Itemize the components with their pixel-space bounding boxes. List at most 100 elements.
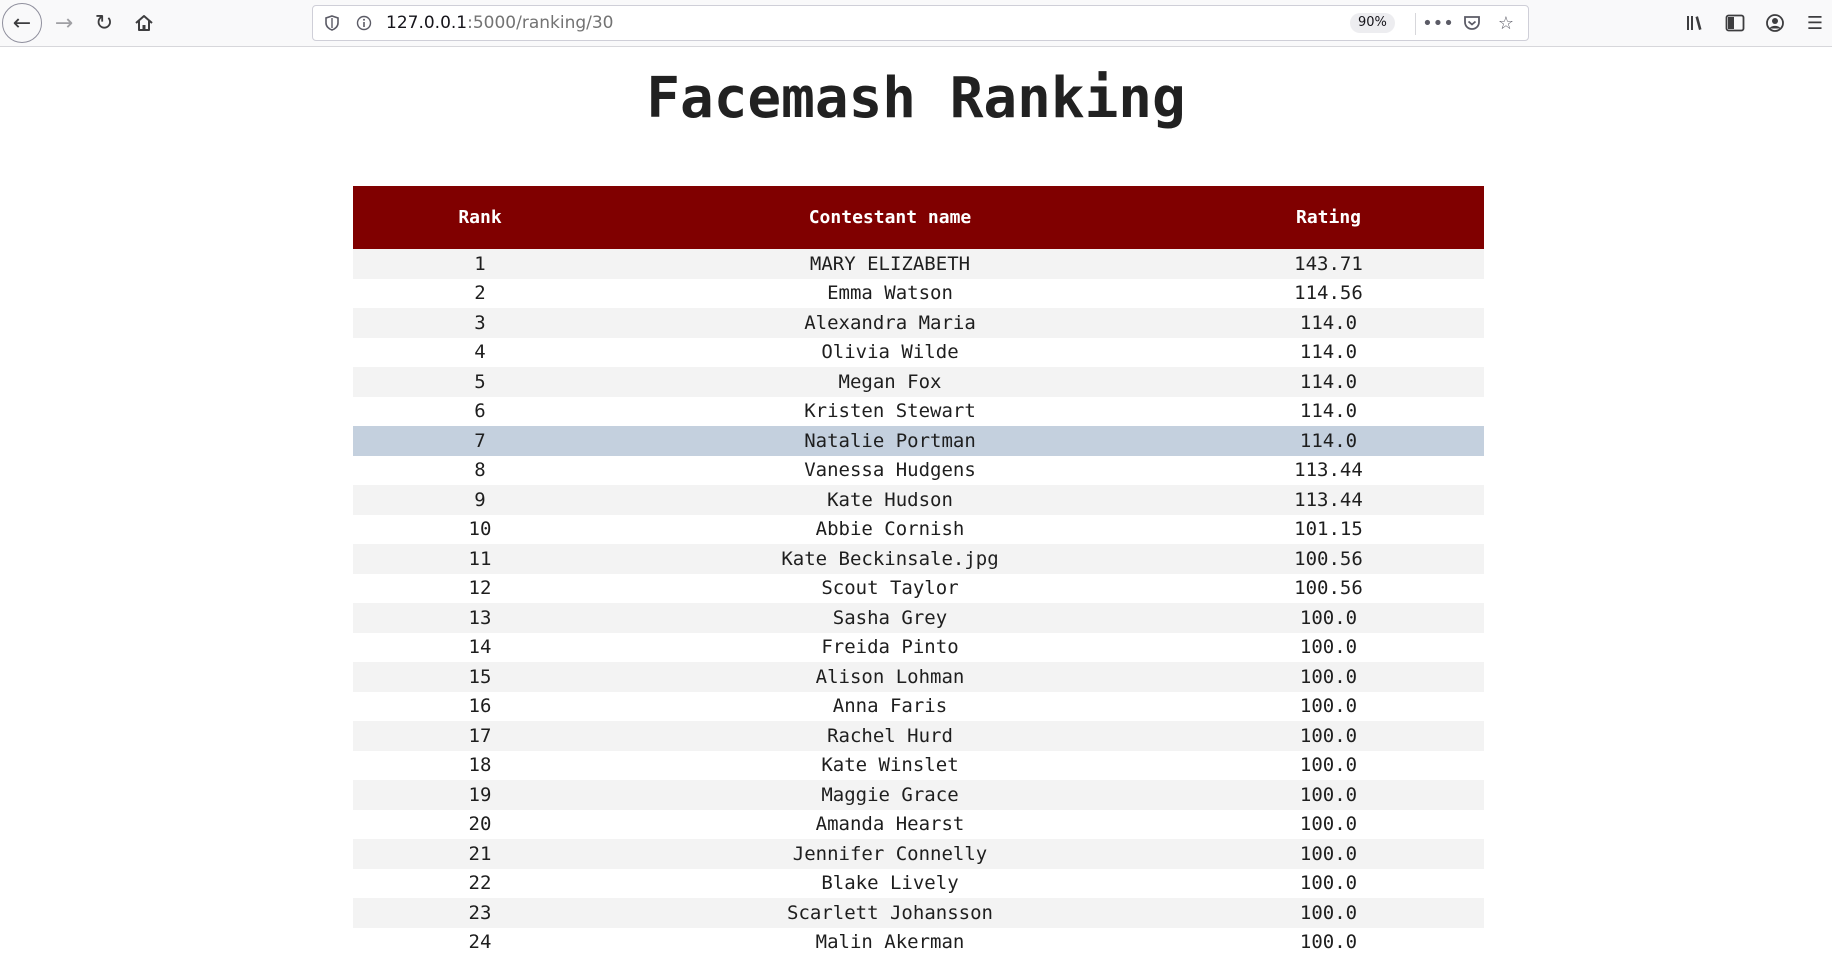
rating-cell: 100.0 bbox=[1299, 901, 1358, 924]
url-path: :5000/ranking/30 bbox=[467, 13, 614, 33]
star-icon: ☆ bbox=[1497, 12, 1515, 34]
rank-cell: 12 bbox=[468, 577, 492, 600]
contestant-name-cell: Jennifer Connelly bbox=[792, 842, 988, 865]
browser-toolbar: ← → ↻ 127.0.0.1:5000/ranking/30 90% ••• … bbox=[0, 0, 1832, 47]
table-row: 1 MARY ELIZABETH 143.71 bbox=[353, 249, 1484, 279]
rank-cell: 17 bbox=[468, 724, 492, 747]
contestant-name-cell: Vanessa Hudgens bbox=[804, 459, 976, 482]
table-row: 9 Kate Hudson 113.44 bbox=[353, 485, 1484, 515]
reload-button[interactable]: ↻ bbox=[84, 3, 124, 43]
contestant-name-cell: Kate Winslet bbox=[821, 754, 959, 777]
contestant-name-cell: Alison Lohman bbox=[815, 665, 965, 688]
rank-cell: 8 bbox=[474, 459, 486, 482]
contestant-name-cell: Alexandra Maria bbox=[804, 311, 976, 334]
contestant-name-cell: Natalie Portman bbox=[804, 429, 976, 452]
pocket-icon bbox=[1464, 16, 1480, 30]
table-row: 17 Rachel Hurd 100.0 bbox=[353, 721, 1484, 751]
library-button[interactable] bbox=[1677, 5, 1713, 41]
hamburger-menu-icon: ☰ bbox=[1806, 12, 1824, 34]
url-host: 127.0.0.1 bbox=[386, 13, 468, 33]
rating-cell: 100.0 bbox=[1299, 606, 1358, 629]
rank-cell: 3 bbox=[474, 311, 486, 334]
contestant-name-cell: MARY ELIZABETH bbox=[809, 252, 971, 275]
url-text[interactable]: 127.0.0.1:5000/ranking/30 bbox=[386, 6, 614, 40]
back-button[interactable]: ← bbox=[2, 3, 42, 43]
column-header-rank: Rank bbox=[458, 207, 502, 228]
contestant-name-cell: Abbie Cornish bbox=[815, 518, 965, 541]
rating-cell: 100.0 bbox=[1299, 813, 1358, 836]
rank-cell: 16 bbox=[468, 695, 492, 718]
contestant-name-cell: Rachel Hurd bbox=[827, 724, 953, 747]
rating-cell: 114.0 bbox=[1299, 429, 1358, 452]
rank-cell: 14 bbox=[468, 636, 492, 659]
table-row: 14 Freida Pinto 100.0 bbox=[353, 632, 1484, 662]
more-horizontal-icon: ••• bbox=[1422, 12, 1454, 34]
home-icon bbox=[135, 15, 153, 31]
rating-cell: 100.0 bbox=[1299, 665, 1358, 688]
table-header-row: Rank Contestant name Rating bbox=[353, 186, 1484, 249]
table-row: 4 Olivia Wilde 114.0 bbox=[353, 337, 1484, 367]
table-row: 23 Scarlett Johansson 100.0 bbox=[353, 898, 1484, 928]
address-bar[interactable]: 127.0.0.1:5000/ranking/30 90% ••• ☆ bbox=[312, 5, 1529, 41]
table-row: 12 Scout Taylor 100.56 bbox=[353, 573, 1484, 603]
table-row: 20 Amanda Hearst 100.0 bbox=[353, 809, 1484, 839]
rank-cell: 24 bbox=[468, 931, 492, 954]
zoom-level-badge[interactable]: 90% bbox=[1350, 13, 1395, 33]
table-row: 11 Kate Beckinsale.jpg 100.56 bbox=[353, 544, 1484, 574]
table-row: 2 Emma Watson 114.56 bbox=[353, 278, 1484, 308]
contestant-name-cell: Kristen Stewart bbox=[804, 400, 976, 423]
rating-cell: 113.44 bbox=[1294, 488, 1363, 511]
contestant-name-cell: Amanda Hearst bbox=[815, 813, 965, 836]
rating-cell: 100.0 bbox=[1299, 783, 1358, 806]
table-row: 18 Kate Winslet 100.0 bbox=[353, 750, 1484, 780]
library-icon bbox=[1687, 16, 1702, 30]
rank-cell: 19 bbox=[468, 783, 492, 806]
info-icon[interactable] bbox=[351, 6, 377, 40]
table-row: 3 Alexandra Maria 114.0 bbox=[353, 308, 1484, 338]
contestant-name-cell: Scout Taylor bbox=[821, 577, 959, 600]
contestant-name-cell: Blake Lively bbox=[821, 872, 959, 895]
contestant-name-cell: Kate Hudson bbox=[827, 488, 953, 511]
contestant-name-cell: Freida Pinto bbox=[821, 636, 959, 659]
shield-icon[interactable] bbox=[319, 6, 345, 40]
table-row: 5 Megan Fox 114.0 bbox=[353, 367, 1484, 397]
account-button[interactable] bbox=[1757, 5, 1793, 41]
rating-cell: 100.0 bbox=[1299, 636, 1358, 659]
contestant-name-cell: Megan Fox bbox=[838, 370, 942, 393]
ranking-table: Rank Contestant name Rating 1 MARY ELIZAB… bbox=[353, 186, 1484, 957]
rating-cell: 100.0 bbox=[1299, 695, 1358, 718]
rating-cell: 100.0 bbox=[1299, 724, 1358, 747]
contestant-name-cell: Olivia Wilde bbox=[821, 341, 959, 364]
table-row: 22 Blake Lively 100.0 bbox=[353, 868, 1484, 898]
rank-cell: 21 bbox=[468, 842, 492, 865]
rank-cell: 10 bbox=[468, 518, 492, 541]
page-content: Facemash Ranking Rank Contestant name Ra… bbox=[0, 47, 1832, 966]
rank-cell: 23 bbox=[468, 901, 492, 924]
rank-cell: 11 bbox=[468, 547, 492, 570]
rank-cell: 13 bbox=[468, 606, 492, 629]
table-row: 8 Vanessa Hudgens 113.44 bbox=[353, 455, 1484, 485]
menu-button[interactable]: ☰ bbox=[1797, 5, 1832, 41]
rating-cell: 143.71 bbox=[1294, 252, 1363, 275]
contestant-name-cell: Anna Faris bbox=[832, 695, 948, 718]
page-actions-button[interactable]: ••• bbox=[1421, 6, 1455, 40]
rank-cell: 5 bbox=[474, 370, 486, 393]
forward-button[interactable]: → bbox=[44, 3, 84, 43]
rating-cell: 100.56 bbox=[1294, 547, 1363, 570]
table-row: 21 Jennifer Connelly 100.0 bbox=[353, 839, 1484, 869]
contestant-name-cell: Malin Akerman bbox=[815, 931, 965, 954]
home-button[interactable] bbox=[124, 3, 164, 43]
rank-cell: 15 bbox=[468, 665, 492, 688]
bookmark-star-button[interactable]: ☆ bbox=[1489, 6, 1523, 40]
sidebar-toggle-button[interactable] bbox=[1717, 5, 1753, 41]
contestant-name-cell: Maggie Grace bbox=[821, 783, 959, 806]
contestant-name-cell: Emma Watson bbox=[827, 282, 953, 305]
rank-cell: 6 bbox=[474, 400, 486, 423]
table-row: 24 Malin Akerman 100.0 bbox=[353, 927, 1484, 957]
contestant-name-cell: Sasha Grey bbox=[832, 606, 948, 629]
arrow-left-icon: ← bbox=[12, 10, 32, 36]
pocket-button[interactable] bbox=[1455, 6, 1489, 40]
ranking-table-body: 1 MARY ELIZABETH 143.71 2 Emma Watson 114.56 3… bbox=[353, 249, 1484, 957]
contestant-name-cell: Kate Beckinsale.jpg bbox=[781, 547, 999, 570]
rank-cell: 2 bbox=[474, 282, 486, 305]
